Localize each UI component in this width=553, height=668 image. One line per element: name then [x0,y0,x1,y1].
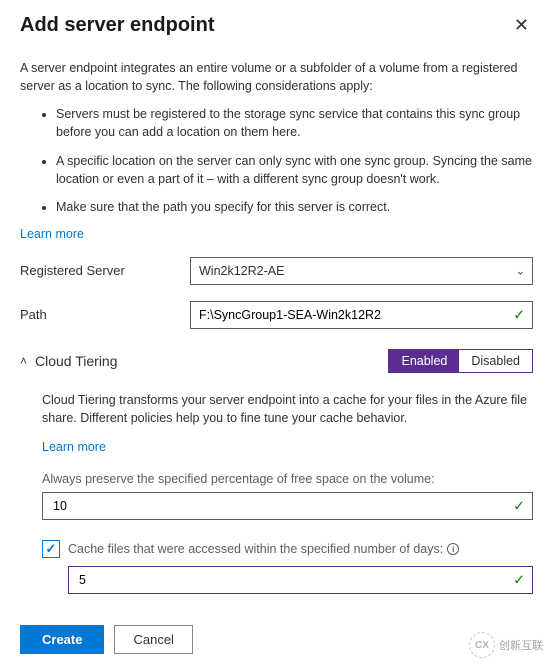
cache-days-label: Cache files that were accessed within th… [68,542,459,556]
path-input[interactable] [190,301,533,329]
check-icon: ✓ [46,541,57,557]
bullet-item: Make sure that the path you specify for … [56,198,533,216]
watermark-text: 创新互联 [499,637,543,653]
cloud-tiering-toggle-header[interactable]: ˄ Cloud Tiering [20,353,118,369]
cloud-tiering-description: Cloud Tiering transforms your server end… [42,391,533,427]
cloud-tiering-learn-more-link[interactable]: Learn more [42,440,106,454]
free-space-input[interactable] [42,492,533,520]
create-button[interactable]: Create [20,625,104,654]
cloud-tiering-toggle: Enabled Disabled [388,349,533,373]
watermark-logo-icon: CX [469,632,495,658]
enabled-toggle-button[interactable]: Enabled [389,350,459,372]
bullet-item: A specific location on the server can on… [56,152,533,188]
registered-server-select[interactable]: Win2k12R2-AE ⌄ [190,257,533,285]
registered-server-value: Win2k12R2-AE [199,264,284,278]
disabled-toggle-button[interactable]: Disabled [459,350,532,372]
bullet-item: Servers must be registered to the storag… [56,105,533,141]
registered-server-label: Registered Server [20,263,190,278]
close-icon: ✕ [514,15,529,35]
intro-bullet-list: Servers must be registered to the storag… [20,105,533,216]
chevron-up-icon: ˄ [20,354,27,368]
panel-title: Add server endpoint [20,14,214,37]
path-label: Path [20,307,190,322]
cache-days-checkbox[interactable]: ✓ [42,540,60,558]
cache-days-input[interactable] [68,566,533,594]
cancel-button[interactable]: Cancel [114,625,192,654]
close-button[interactable]: ✕ [510,14,533,36]
info-icon[interactable]: i [447,543,459,555]
learn-more-link[interactable]: Learn more [20,227,84,241]
cloud-tiering-title: Cloud Tiering [35,353,118,369]
free-space-label: Always preserve the specified percentage… [42,472,533,486]
intro-description: A server endpoint integrates an entire v… [20,59,533,95]
watermark: CX 创新互联 [469,632,543,658]
